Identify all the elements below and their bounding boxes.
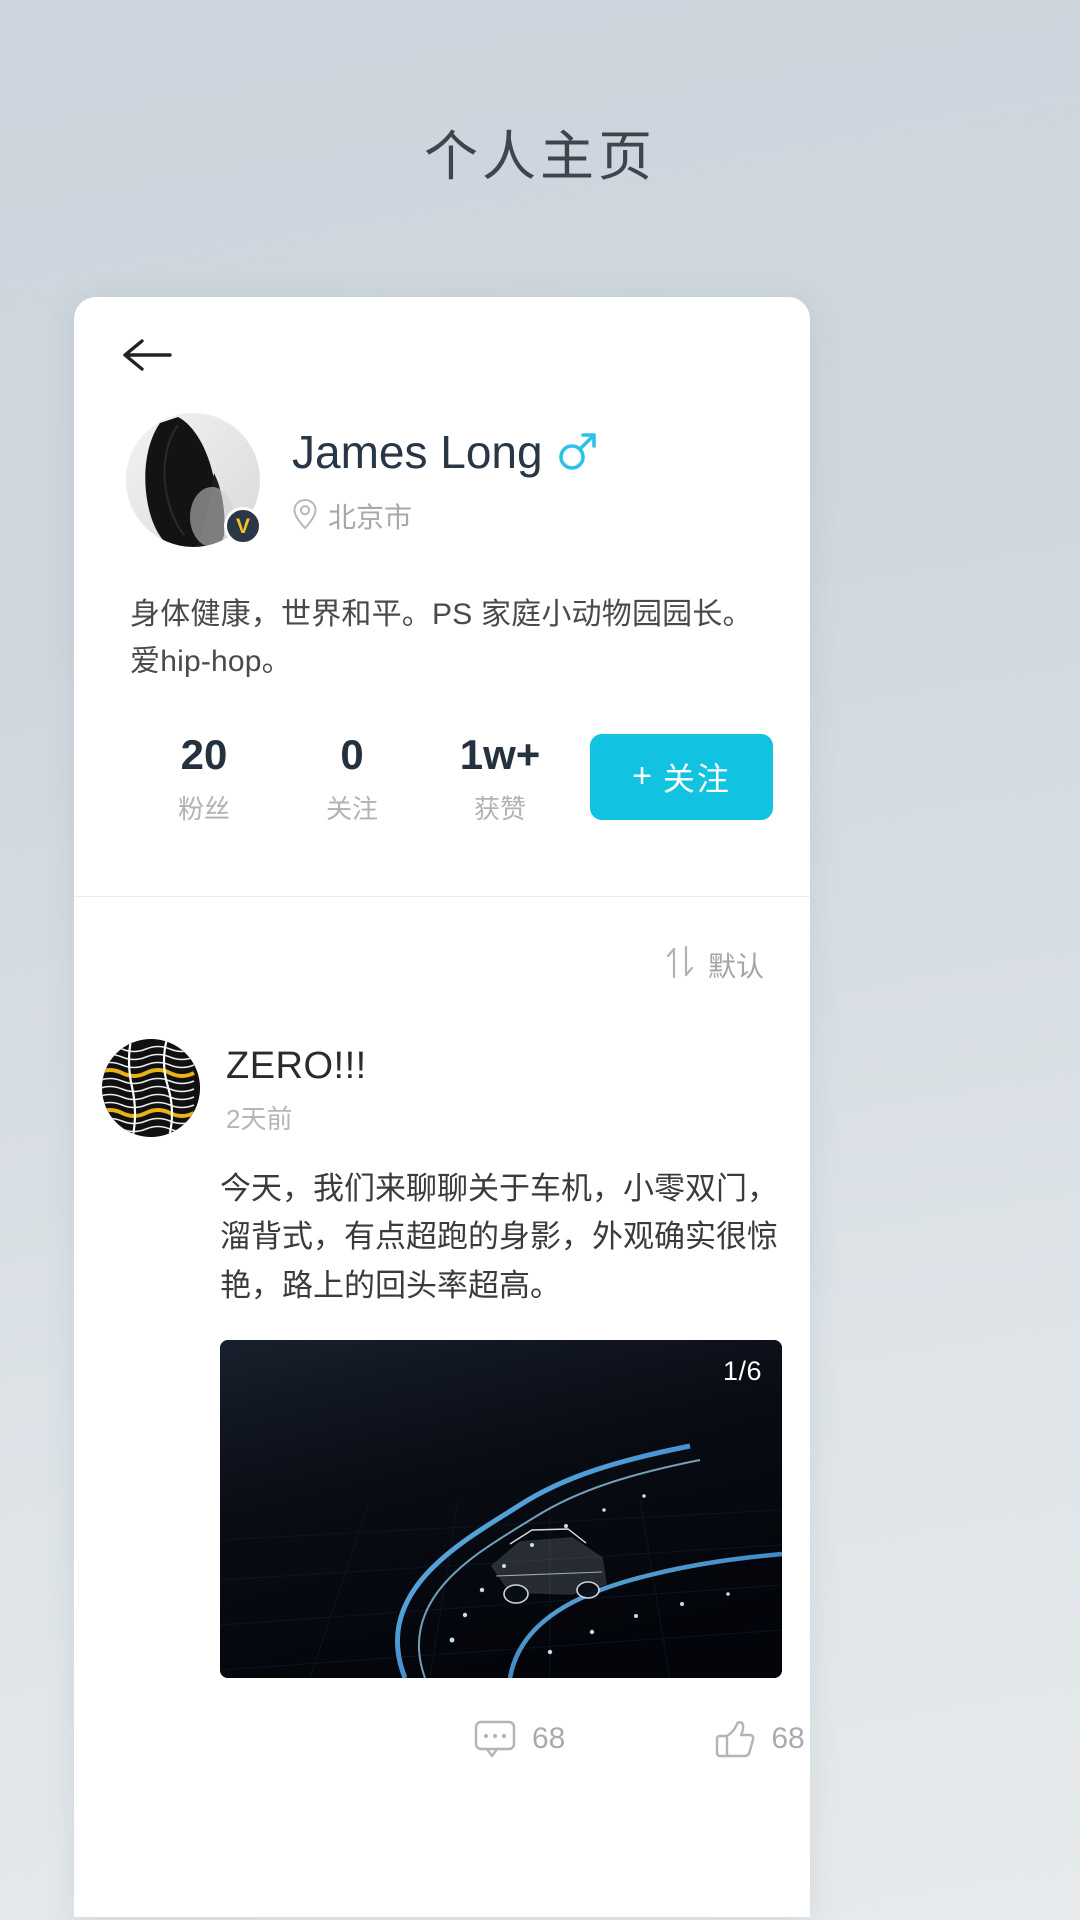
profile-header: V James Long [74, 375, 810, 547]
profile-card: V James Long [74, 297, 810, 1917]
follow-button[interactable]: + 关注 [590, 734, 773, 820]
stat-following[interactable]: 0 关注 [278, 732, 426, 826]
follow-button-label: 关注 [663, 754, 731, 800]
verified-badge: V [224, 507, 262, 545]
sort-row[interactable]: 默认 [74, 897, 810, 985]
stat-label: 粉丝 [130, 789, 278, 826]
post-author-avatar[interactable] [102, 1039, 200, 1137]
post-meta: ZERO!!! 2天前 [200, 1039, 367, 1137]
post-author-name: ZERO!!! [226, 1045, 367, 1088]
stat-followers[interactable]: 20 粉丝 [130, 732, 278, 826]
post-timestamp: 2天前 [226, 1099, 367, 1136]
identity-block: James Long 北京市 [260, 413, 597, 547]
stats-row: 20 粉丝 0 关注 1w+ 获赞 + 关注 [74, 732, 810, 854]
stat-value: 1w+ [426, 732, 574, 778]
plus-icon: + [632, 757, 654, 796]
avatar-wrap: V [126, 413, 260, 547]
media-counter: 1/6 [723, 1356, 762, 1387]
page-title: 个人主页 [0, 0, 1080, 191]
post-media[interactable]: 1/6 [220, 1340, 782, 1678]
sort-label: 默认 [708, 945, 764, 985]
stat-value: 20 [130, 732, 278, 778]
stat-value: 0 [278, 732, 426, 778]
comment-action[interactable]: 68 [474, 1720, 565, 1758]
sort-updown-icon[interactable] [665, 945, 695, 984]
stat-label: 关注 [278, 789, 426, 826]
post-text: 今天，我们来聊聊关于车机，小零双门，溜背式，有点超跑的身影，外观确实很惊艳，路上… [220, 1165, 778, 1310]
like-count: 68 [771, 1722, 804, 1756]
location-row: 北京市 [292, 496, 597, 536]
location-text: 北京市 [328, 496, 412, 536]
post-header: ZERO!!! 2天前 [74, 1039, 810, 1137]
user-name: James Long [292, 425, 543, 479]
profile-bio: 身体健康，世界和平。PS 家庭小动物园园长。爱hip-hop。 [130, 591, 758, 686]
arrow-left-icon[interactable] [120, 335, 810, 375]
comment-bubble-icon[interactable] [474, 1720, 516, 1758]
back-row [74, 297, 810, 375]
name-row: James Long [292, 425, 597, 479]
location-pin-icon [292, 498, 318, 535]
thumbs-up-icon[interactable] [715, 1720, 755, 1758]
like-action[interactable]: 68 [715, 1720, 804, 1758]
male-gender-icon [557, 428, 597, 477]
stat-likes[interactable]: 1w+ 获赞 [426, 732, 574, 826]
post-actions: 68 68 [74, 1700, 810, 1778]
comment-count: 68 [532, 1722, 565, 1756]
stat-label: 获赞 [426, 789, 574, 826]
post-item: ZERO!!! 2天前 今天，我们来聊聊关于车机，小零双门，溜背式，有点超跑的身… [74, 985, 810, 1778]
